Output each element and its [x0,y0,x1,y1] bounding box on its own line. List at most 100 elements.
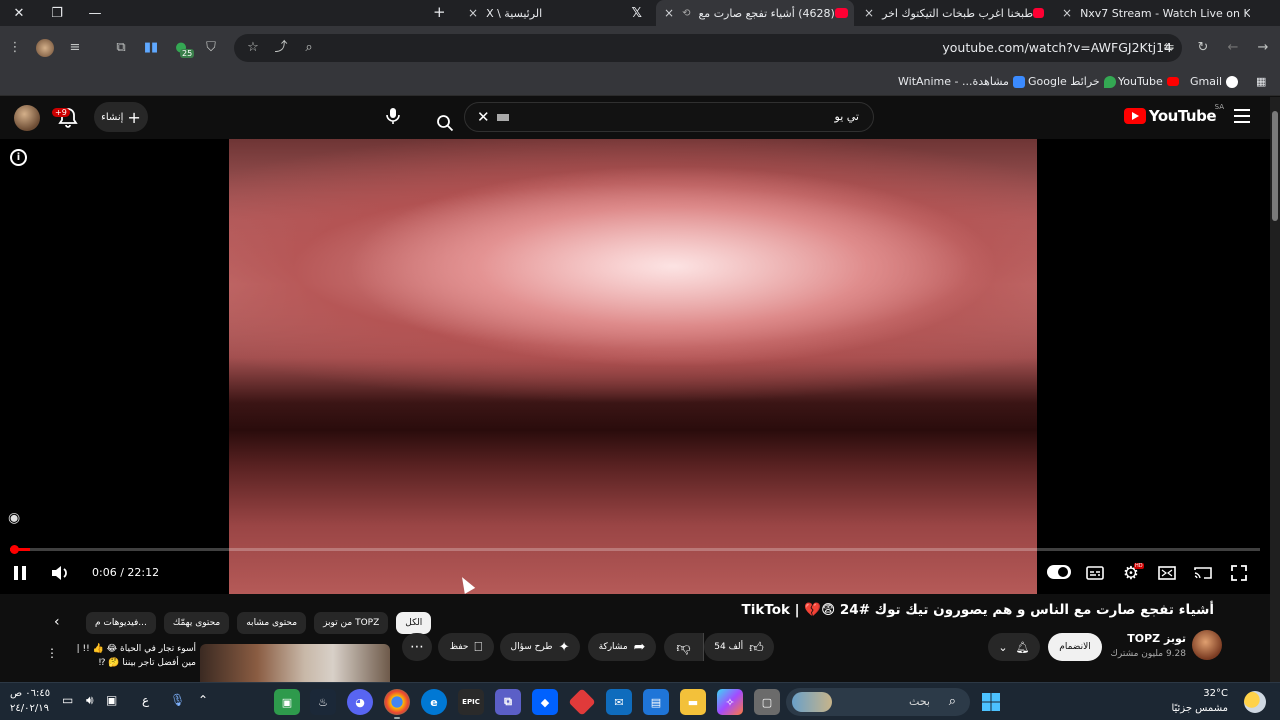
channel-name[interactable]: توبز TOPZ [1127,632,1186,645]
chip-videos[interactable]: فيديوهات م... [86,612,156,634]
video-frame[interactable] [229,139,1037,594]
keyboard-icon[interactable] [497,114,509,121]
extensions-icon[interactable]: ⧉ [112,39,130,57]
search-box[interactable]: ✕ تي يو [437,102,874,132]
reload-icon[interactable]: ↻ [1194,39,1212,57]
dropbox-icon[interactable]: ◆ [532,689,558,715]
bookmark-youtube[interactable]: YouTube [1118,75,1179,88]
page-scrollbar[interactable] [1270,97,1280,682]
account-avatar[interactable] [14,105,40,131]
channel-avatar[interactable] [1192,630,1222,660]
ambient-eye-icon[interactable]: ◉ [8,510,20,526]
speaker-icon[interactable]: 🔊︎ [86,693,94,708]
battery-icon[interactable]: ▭ [62,693,73,707]
media-controls-icon[interactable]: ≡ [66,39,84,57]
pause-button[interactable] [10,561,30,585]
chip-related[interactable]: محتوى مشابه [237,612,307,634]
discord-icon[interactable]: ◕ [347,689,373,715]
miniplayer-button[interactable] [1156,561,1178,585]
taskbar-search[interactable]: بحث ⌕ [786,688,970,716]
windows-start-icon[interactable] [978,689,1004,715]
file-explorer-icon[interactable]: ▬ [680,689,706,715]
copilot-icon[interactable]: ✧ [717,689,743,715]
progress-bar[interactable] [10,545,1260,554]
chrome-icon[interactable] [384,689,410,715]
cast-button[interactable] [1192,561,1214,585]
related-more-icon[interactable]: ⋮ [46,646,58,660]
zoom-icon[interactable]: ⌕ [300,39,318,57]
settings-button[interactable]: ⚙ HD [1120,561,1144,585]
tab-close-icon[interactable]: × [864,6,874,20]
input-language[interactable]: ع [142,693,149,707]
scrubber-handle[interactable] [10,545,19,554]
bookmark-star-icon[interactable]: ☆ [244,39,262,57]
taskbar-clock[interactable]: ٠٦:٤٥ ص ٢٤/٠٢/١٩ [10,686,50,716]
mail-icon[interactable]: ✉ [606,689,632,715]
chip-for-you[interactable]: محتوى يهمّك [163,612,230,634]
volume-button[interactable] [48,561,72,585]
bookmark-gmail[interactable]: Gmail [1190,75,1239,88]
chips-prev-arrow-icon[interactable]: ‹ [54,614,60,630]
tab-tiktok-cooking[interactable]: × طبخنا اغرب طبخات التيكتوك اخر [856,0,1050,26]
app-green-icon[interactable]: ▣ [274,689,300,715]
epic-games-icon[interactable]: EPIC [458,689,484,715]
bookmark-witanime[interactable]: مشاهدة... - WitAnime [898,75,1025,88]
steam-icon[interactable]: ♨ [310,689,336,715]
minimize-window-icon[interactable]: — [76,0,114,26]
more-vertical-icon[interactable]: ⋮ [6,39,24,57]
share-page-icon[interactable]: ⤴ [272,39,290,57]
bookmark-google-maps[interactable]: خرائط Google [1028,75,1116,88]
shield-icon[interactable]: ⛉ [202,39,220,57]
search-input[interactable]: تي يو [835,110,859,123]
tab-close-icon[interactable]: × [664,6,674,20]
weather-widget[interactable]: 32°C مشمس جزئيًا [1171,686,1228,716]
address-url[interactable]: youtube.com/watch?v=AWFGJ2Ktj14 [942,40,1172,55]
microphone-tray-icon[interactable]: 🎙︎ [170,693,185,707]
subscribed-notifications-button[interactable]: ⌄ 🔔︎ [988,633,1040,661]
forward-icon[interactable]: ← [1224,39,1242,57]
clear-search-icon[interactable]: ✕ [477,108,490,126]
related-video-title[interactable]: أسوء تجار في الحياة 😂 👍 !! | مين أفضل تا… [66,642,196,670]
close-window-icon[interactable]: ✕ [0,0,38,26]
visual-studio-icon[interactable]: ⧉ [495,689,521,715]
tab-close-icon[interactable]: × [468,6,478,20]
extension-icon[interactable]: ▮▮ [142,39,160,57]
search-button[interactable] [425,108,465,138]
video-player[interactable]: i ◉ 0:06 / 22:12 ⚙ HD [0,139,1270,594]
tab-x-home[interactable]: × الرئيسية \ X 𝕏 [460,0,650,26]
store-icon[interactable]: ▤ [643,689,669,715]
restore-window-icon[interactable]: ❐ [38,0,76,26]
profile-avatar-icon[interactable] [36,39,54,57]
tab-current-video[interactable]: × ⟲ (4628) أشياء تفجع صارت مع [656,0,854,26]
youtube-logo[interactable]: YouTube SA [1123,103,1224,125]
join-button[interactable]: الانضمام [1048,633,1102,661]
ask-button[interactable]: طرح سؤال ✦ [500,633,580,661]
hamburger-menu-icon[interactable] [1234,109,1250,123]
dislike-button[interactable]: 👎︎ [664,633,704,661]
share-button[interactable]: مشاركة ➦ [588,633,656,661]
scrollbar-thumb[interactable] [1272,111,1278,221]
edge-icon[interactable]: e [421,689,447,715]
tab-kick-stream[interactable]: × Nxv7 Stream - Watch Live on K [1054,0,1250,26]
like-button[interactable]: 54 ألف 👍︎ [704,633,774,661]
chip-all[interactable]: الكل [396,612,432,634]
voice-search-button[interactable] [378,101,408,131]
more-actions-button[interactable]: ⋯ [402,633,432,661]
info-icon[interactable]: i [10,149,27,166]
network-icon[interactable]: ▣ [106,693,117,707]
save-button[interactable]: حفظ ⎕ [438,633,494,661]
back-icon[interactable]: → [1254,39,1272,57]
app-red-diamond-icon[interactable] [568,688,596,716]
related-video-thumbnail[interactable] [200,644,390,682]
subtitles-button[interactable] [1084,561,1106,585]
create-button[interactable]: إنشاء + [94,102,148,132]
show-hidden-icons-icon[interactable]: ⌃ [198,693,208,707]
chip-from-channel[interactable]: من توبز TOPZ [314,612,389,634]
tab-close-icon[interactable]: × [1062,6,1072,20]
new-tab-button[interactable]: + [433,3,446,21]
more-horizontal-icon: ⋯ [410,639,424,655]
autoplay-toggle[interactable] [1047,565,1071,579]
all-bookmarks-icon[interactable]: ▦ [1256,75,1266,88]
app-window-icon[interactable]: ▢ [754,689,780,715]
fullscreen-button[interactable] [1228,561,1250,585]
